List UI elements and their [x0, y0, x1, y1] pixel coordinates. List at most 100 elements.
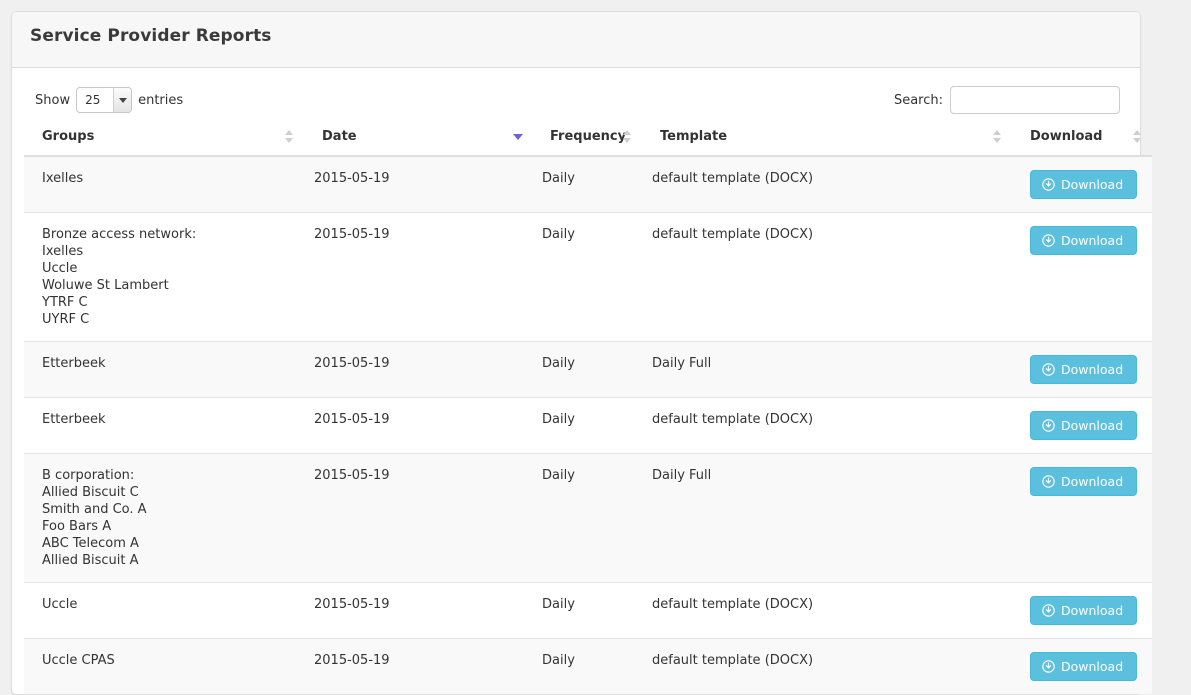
cell-date: 2015-05-19 — [304, 638, 532, 694]
table-row: Ixelles 2015-05-19 Daily default template (… — [24, 155, 1152, 213]
group-line: YTRF C — [42, 295, 88, 310]
panel-heading: Service Provider Reports — [12, 12, 1140, 68]
cell-date: 2015-05-19 — [304, 453, 532, 583]
group-line: Etterbeek — [42, 356, 106, 371]
cell-groups: Etterbeek — [24, 341, 304, 398]
cell-download: Download — [1012, 582, 1152, 639]
entries-per-page-select[interactable]: 102550100 — [76, 87, 133, 113]
download-button-label: Download — [1061, 233, 1124, 248]
download-button-label: Download — [1061, 362, 1124, 377]
group-line: Etterbeek — [42, 412, 106, 427]
cell-date: 2015-05-19 — [304, 582, 532, 639]
download-button[interactable]: Download — [1030, 411, 1138, 440]
download-button-label: Download — [1061, 603, 1124, 618]
table-row: B corporation: Allied Biscuit C Smith and … — [24, 453, 1152, 583]
download-button[interactable]: Download — [1030, 355, 1138, 384]
cell-date: 2015-05-19 — [304, 341, 532, 398]
download-circle-icon — [1042, 178, 1055, 191]
sort-indicator-template — [993, 130, 1002, 143]
cell-template: default template (DOCX) — [642, 397, 1012, 454]
cell-frequency: Daily — [532, 397, 642, 454]
download-button-label: Download — [1061, 177, 1124, 192]
length-label-after: entries — [138, 92, 184, 108]
download-button-label: Download — [1061, 659, 1124, 674]
length-control: Show 102550100 entries — [35, 87, 183, 113]
group-line: Allied Biscuit A — [42, 553, 139, 568]
download-circle-icon — [1042, 234, 1055, 247]
cell-date: 2015-05-19 — [304, 155, 532, 213]
group-line: Foo Bars A — [42, 519, 112, 534]
length-label-before: Show — [35, 92, 71, 108]
table-row: Uccle CPAS 2015-05-19 Daily default templat… — [24, 638, 1152, 694]
sort-indicator-download — [1133, 130, 1142, 143]
table-controls: Show 102550100 entries Search: — [24, 80, 1128, 120]
cell-groups: Ixelles — [24, 155, 304, 213]
group-line: UYRF C — [42, 312, 90, 327]
cell-template: default template (DOCX) — [642, 212, 1012, 342]
group-line: Ixelles — [42, 244, 84, 259]
download-button[interactable]: Download — [1030, 226, 1138, 255]
download-button[interactable]: Download — [1030, 170, 1138, 199]
download-button[interactable]: Download — [1030, 596, 1138, 625]
sort-indicator-date-descending — [513, 130, 523, 143]
cell-template: default template (DOCX) — [642, 638, 1012, 694]
cell-groups: Bronze access network: Ixelles Uccle Woluwe… — [24, 212, 304, 342]
download-circle-icon — [1042, 475, 1055, 488]
group-line: ABC Telecom A — [42, 536, 139, 551]
group-line: Bronze access network: — [42, 227, 197, 242]
panel-body: Show 102550100 entries Search: — [12, 68, 1152, 694]
column-header-frequency[interactable]: Frequency — [532, 120, 642, 157]
group-line: Ixelles — [42, 171, 84, 186]
search-label: Search: — [893, 92, 943, 108]
cell-template: Daily Full — [642, 453, 1012, 583]
column-header-groups[interactable]: Groups — [24, 120, 304, 157]
download-circle-icon — [1042, 660, 1055, 673]
cell-download: Download — [1012, 397, 1152, 454]
length-label: Show 102550100 entries — [35, 87, 183, 113]
cell-template: Daily Full — [642, 341, 1012, 398]
cell-frequency: Daily — [532, 341, 642, 398]
column-header-frequency-label: Frequency — [550, 129, 627, 144]
cell-date: 2015-05-19 — [304, 212, 532, 342]
group-line: Woluwe St Lambert — [42, 278, 169, 293]
cell-download: Download — [1012, 155, 1152, 213]
cell-groups: Uccle — [24, 582, 304, 639]
column-header-download[interactable]: Download — [1012, 120, 1152, 157]
download-circle-icon — [1042, 363, 1055, 376]
table-row: Etterbeek 2015-05-19 Daily Daily Full Downlo… — [24, 341, 1152, 398]
reports-panel: Service Provider Reports Show 102550100 … — [11, 11, 1152, 695]
search-control: Search: — [894, 86, 1120, 114]
column-header-download-label: Download — [1030, 129, 1103, 144]
cell-date: 2015-05-19 — [304, 397, 532, 454]
cell-template: default template (DOCX) — [642, 155, 1012, 213]
cell-frequency: Daily — [532, 638, 642, 694]
search-input[interactable] — [950, 86, 1120, 114]
download-button-label: Download — [1061, 418, 1124, 433]
cell-download: Download — [1012, 341, 1152, 398]
download-button-label: Download — [1061, 474, 1124, 489]
length-select-wrap: 102550100 — [76, 87, 133, 113]
table-row: Uccle 2015-05-19 Daily default template (DO… — [24, 582, 1152, 639]
download-button[interactable]: Download — [1030, 652, 1138, 681]
cell-download: Download — [1012, 638, 1152, 694]
column-header-date[interactable]: Date — [304, 120, 532, 157]
cell-groups: B corporation: Allied Biscuit C Smith and … — [24, 453, 304, 583]
cell-frequency: Daily — [532, 453, 642, 583]
group-line: Allied Biscuit C — [42, 485, 139, 500]
cell-frequency: Daily — [532, 155, 642, 213]
cell-frequency: Daily — [532, 582, 642, 639]
cell-frequency: Daily — [532, 212, 642, 342]
cell-groups: Etterbeek — [24, 397, 304, 454]
cell-template: default template (DOCX) — [642, 582, 1012, 639]
download-circle-icon — [1042, 419, 1055, 432]
cell-download: Download — [1012, 453, 1152, 583]
group-line: Smith and Co. A — [42, 502, 147, 517]
column-header-template-label: Template — [660, 129, 728, 144]
search-label-wrap: Search: — [894, 86, 1120, 114]
column-header-date-label: Date — [322, 129, 357, 144]
download-button[interactable]: Download — [1030, 467, 1138, 496]
group-line: Uccle — [42, 261, 78, 276]
table-head: Groups Date Frequency Template Download — [24, 120, 1152, 157]
reports-table: Groups Date Frequency Template Download … — [24, 120, 1152, 694]
column-header-template[interactable]: Template — [642, 120, 1012, 157]
